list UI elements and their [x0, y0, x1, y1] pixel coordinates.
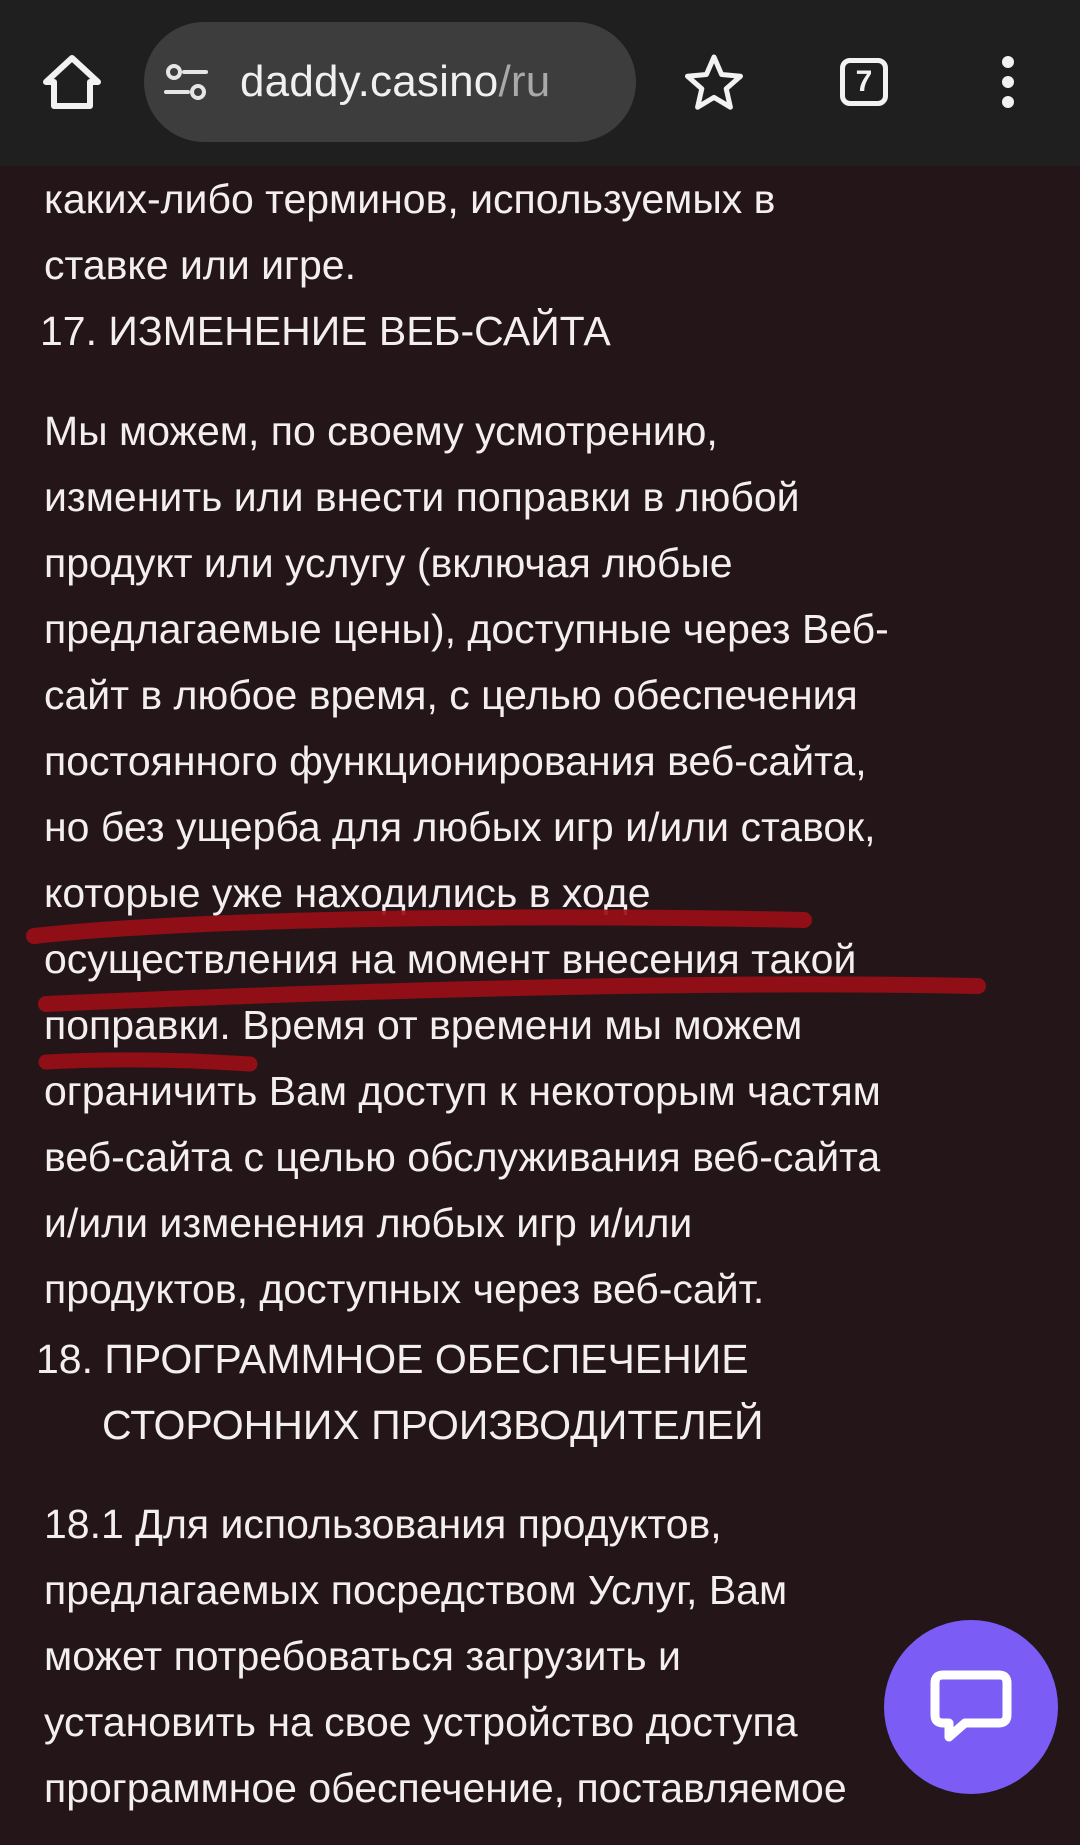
- section-title: ПРОГРАММНОЕ ОБЕСПЕЧЕНИЕ: [104, 1336, 749, 1382]
- text-line: предлагаемых посредством Услуг, Вам: [44, 1567, 788, 1613]
- bookmark-button[interactable]: [672, 40, 756, 124]
- text-line: поправки. Время от времени мы можем: [44, 1002, 803, 1048]
- text-line: постоянного функционирования веб-сайта,: [44, 738, 867, 784]
- text-line: каких-либо терминов, используемых в: [44, 176, 776, 222]
- home-button[interactable]: [32, 40, 112, 124]
- page-content: каких-либо терминов, используемых в став…: [0, 166, 1080, 1845]
- text-line: установить на свое устройство доступа: [44, 1699, 798, 1745]
- text-line: ставке или игре.: [44, 242, 356, 288]
- section-title: ИЗМЕНЕНИЕ ВЕБ-САЙТА: [108, 308, 611, 354]
- text-line: 18.1 Для использования продуктов,: [44, 1501, 722, 1547]
- url-text[interactable]: daddy.casino/ru: [240, 22, 550, 142]
- url-path: /ru: [498, 57, 551, 106]
- section-17-heading: 17. ИЗМЕНЕНИЕ ВЕБ-САЙТА: [40, 298, 611, 364]
- section-title: СТОРОННИХ ПРОИЗВОДИТЕЛЕЙ: [102, 1402, 764, 1448]
- text-line: но без ущерба для любых игр и/или ставок…: [44, 804, 876, 850]
- text-line: Мы можем, по своему усмотрению,: [44, 408, 718, 454]
- text-line: веб-сайта с целью обслуживания веб-сайта: [44, 1134, 881, 1180]
- site-info-icon[interactable]: [162, 58, 210, 106]
- text-line: программное обеспечение, поставляемое: [44, 1765, 847, 1811]
- text-line: изменить или внести поправки в любой: [44, 474, 800, 520]
- section-18-paragraph: 18.1 Для использования продуктов, предла…: [44, 1491, 1034, 1821]
- star-icon: [685, 54, 743, 110]
- text-line: и/или изменения любых игр и/или: [44, 1200, 693, 1246]
- browser-toolbar: daddy.casino/ru 7: [0, 0, 1080, 166]
- text-line: которые уже находились в ходе: [44, 870, 651, 916]
- tab-switcher-icon: 7: [840, 58, 888, 106]
- chat-bubble-icon: [930, 1670, 1012, 1742]
- url-host: daddy.casino: [240, 57, 499, 106]
- section-18-heading: 18. ПРОГРАММНОЕ ОБЕСПЕЧЕНИЕ СТОРОННИХ ПР…: [36, 1326, 763, 1458]
- address-bar[interactable]: daddy.casino/ru: [144, 22, 636, 142]
- text-line: ограничить Вам доступ к некоторым частям: [44, 1068, 881, 1114]
- text-line: может потребоваться загрузить и: [44, 1633, 681, 1679]
- more-menu-button[interactable]: [970, 40, 1046, 124]
- text-line: сайт в любое время, с целью обеспечения: [44, 672, 858, 718]
- text-line: продуктов, доступных через веб-сайт.: [44, 1266, 765, 1312]
- more-vertical-icon: [1002, 56, 1014, 108]
- home-icon: [43, 55, 101, 109]
- section-17-paragraph: Мы можем, по своему усмотрению, изменить…: [44, 398, 1034, 1322]
- text-line: предлагаемые цены), доступные через Веб-: [44, 606, 889, 652]
- tab-switcher-button[interactable]: 7: [822, 40, 906, 124]
- text-line: продукт или услугу (включая любые: [44, 540, 733, 586]
- text-line: осуществления на момент внесения такой: [44, 936, 857, 982]
- intro-paragraph: каких-либо терминов, используемых в став…: [44, 166, 1034, 298]
- chat-button[interactable]: [884, 1620, 1058, 1794]
- section-number: 17.: [40, 308, 97, 354]
- section-number: 18.: [36, 1336, 93, 1382]
